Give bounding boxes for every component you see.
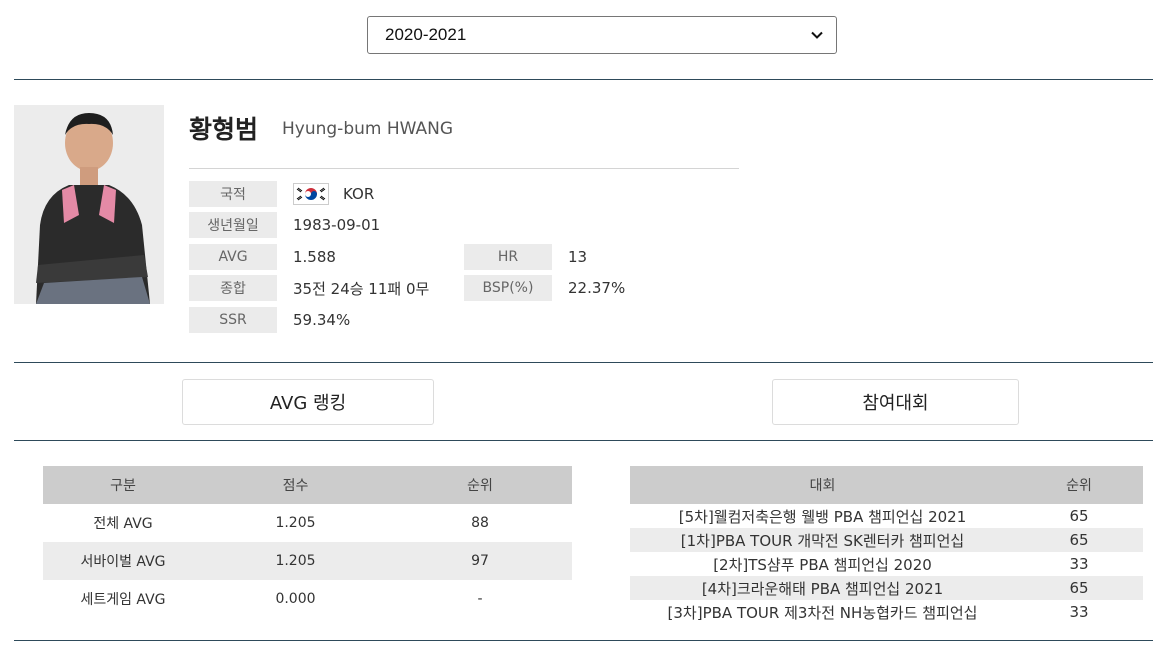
- avg-ranking-button[interactable]: AVG 랭킹: [182, 379, 434, 425]
- table-cell: 88: [471, 515, 489, 531]
- tournament-rank: 33: [1069, 555, 1089, 573]
- nationality-label: 국적: [189, 181, 277, 207]
- divider: [14, 640, 1153, 641]
- column-header: 대회: [630, 466, 1015, 504]
- bsp-value: 22.37%: [568, 279, 626, 297]
- record-value: 35전 24승 11패 0무: [293, 279, 430, 298]
- nationality-value: KOR: [293, 181, 374, 207]
- table-cell: 세트게임 AVG: [80, 592, 166, 608]
- hr-value: 13: [568, 248, 588, 266]
- table-cell: 0.000: [275, 591, 316, 607]
- divider: [14, 79, 1153, 80]
- tournament-name[interactable]: [2차]TS샴푸 PBA 챔피언십 2020: [630, 552, 1015, 576]
- tournament-name[interactable]: [3차]PBA TOUR 제3차전 NH농협카드 챔피언십: [630, 600, 1015, 624]
- birth-label: 생년월일: [189, 212, 277, 238]
- table-cell: 서바이벌 AVG: [43, 542, 203, 580]
- table-row: [2차]TS샴푸 PBA 챔피언십 2020 33: [630, 552, 1143, 576]
- player-photo: [14, 105, 164, 304]
- avg-ranking-table: 구분 점수 순위 전체 AVG 1.205 88 서바이벌 AVG 1.205 …: [43, 466, 572, 618]
- table-cell: 1.205: [203, 542, 388, 580]
- table-cell: 1.205: [275, 515, 316, 531]
- column-header: 순위: [1015, 466, 1143, 504]
- column-header: 순위: [388, 466, 572, 504]
- tournament-rank: 33: [1069, 603, 1089, 621]
- table-row: 서바이벌 AVG 1.205 97: [43, 542, 572, 580]
- korea-flag-icon: [293, 183, 329, 205]
- table-row: [3차]PBA TOUR 제3차전 NH농협카드 챔피언십 33: [630, 600, 1143, 624]
- table-cell: 전체 AVG: [93, 516, 153, 532]
- table-row: [5차]웰컴저축은행 웰뱅 PBA 챔피언십 2021 65: [630, 504, 1143, 528]
- table-row: 전체 AVG 1.205 88: [43, 504, 572, 542]
- bsp-label: BSP(%): [464, 275, 552, 301]
- season-select[interactable]: 2020-2021: [367, 16, 837, 54]
- column-header: 구분: [43, 466, 203, 504]
- player-name-korean: 황형범: [189, 115, 259, 144]
- tournament-name[interactable]: [5차]웰컴저축은행 웰뱅 PBA 챔피언십 2021: [630, 504, 1015, 528]
- chevron-down-icon: [811, 31, 823, 39]
- hr-label: HR: [464, 244, 552, 270]
- ssr-label: SSR: [189, 307, 277, 333]
- tournament-name[interactable]: [1차]PBA TOUR 개막전 SK렌터카 챔피언십: [630, 528, 1015, 552]
- record-label: 종합: [189, 275, 277, 301]
- nationality-text: KOR: [343, 185, 375, 203]
- ssr-value: 59.34%: [293, 311, 351, 329]
- table-row: 세트게임 AVG 0.000 -: [43, 580, 572, 618]
- table-header-row: 구분 점수 순위: [43, 466, 572, 504]
- tournament-rank: 65: [1015, 576, 1143, 600]
- birth-value: 1983-09-01: [293, 216, 381, 234]
- table-row: [1차]PBA TOUR 개막전 SK렌터카 챔피언십 65: [630, 528, 1143, 552]
- table-row: [4차]크라운해태 PBA 챔피언십 2021 65: [630, 576, 1143, 600]
- table-header-row: 대회 순위: [630, 466, 1143, 504]
- divider: [14, 362, 1153, 363]
- name-divider: [189, 168, 739, 169]
- player-name-english: Hyung-bum HWANG: [282, 119, 454, 139]
- divider: [14, 440, 1153, 441]
- avg-value: 1.588: [293, 248, 336, 266]
- season-select-value: 2020-2021: [385, 25, 467, 44]
- tournament-name[interactable]: [4차]크라운해태 PBA 챔피언십 2021: [630, 576, 1015, 600]
- avg-label: AVG: [189, 244, 277, 270]
- tournaments-button[interactable]: 참여대회: [772, 379, 1019, 425]
- tournament-table: 대회 순위 [5차]웰컴저축은행 웰뱅 PBA 챔피언십 2021 65 [1차…: [630, 466, 1143, 624]
- table-cell: 97: [388, 542, 572, 580]
- tournament-rank: 65: [1069, 507, 1089, 525]
- column-header: 점수: [203, 466, 388, 504]
- tournament-rank: 65: [1015, 528, 1143, 552]
- table-cell: -: [477, 591, 483, 607]
